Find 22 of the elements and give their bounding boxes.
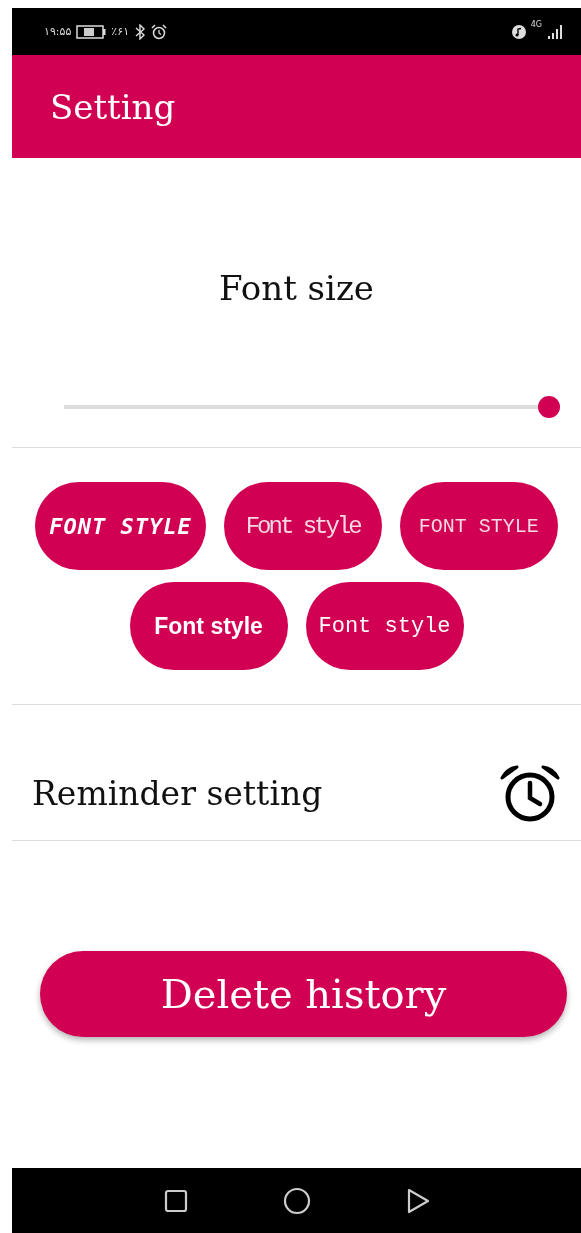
bluetooth-icon [134,23,147,40]
back-icon[interactable] [405,1187,430,1214]
alarm-icon [151,23,168,40]
alarm-clock-icon[interactable] [499,764,561,823]
home-icon[interactable] [282,1186,311,1215]
font-style-button[interactable]: Font style [129,582,288,670]
font-style-button[interactable]: FONT STYLE [399,482,558,570]
battery-icon [76,24,107,39]
font-style-button[interactable]: Font style [305,582,464,670]
delete-history-button[interactable]: Delete history [40,951,567,1037]
font-style-button[interactable]: Font style [223,482,382,570]
font-style-button[interactable]: FONT STYLE [35,482,206,570]
reminder-label[interactable]: Reminder setting [32,774,323,813]
battery-percent: ٪۶۱ [111,25,130,38]
font-size-label: Font size [219,268,374,308]
slider-thumb[interactable] [538,396,560,418]
recent-apps-icon[interactable] [163,1188,188,1213]
clock-text: ۱۹:۵۵ [44,25,72,38]
signal-icon [547,23,563,40]
music-icon [511,24,526,39]
network-type: 4G [530,19,542,29]
app-title: Setting [50,86,176,127]
